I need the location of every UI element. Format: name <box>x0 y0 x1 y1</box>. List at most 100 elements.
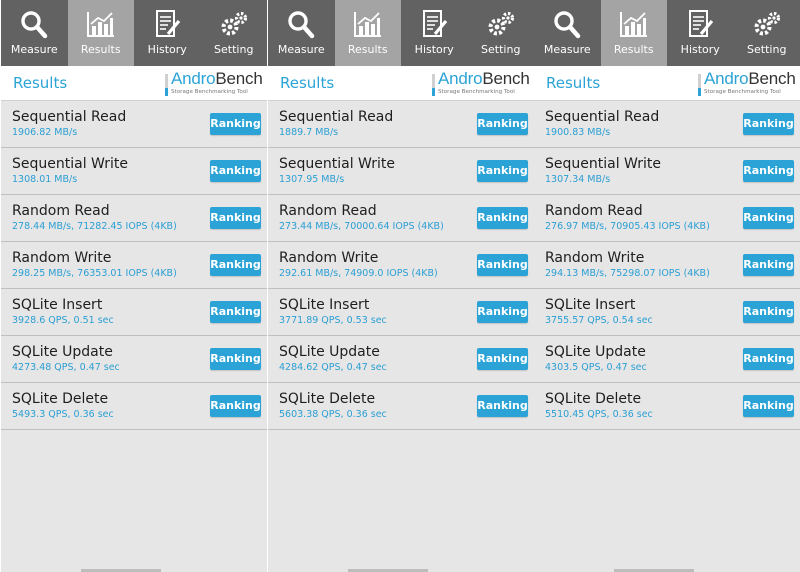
androbench-panel-2: Measure Results History Setting Results … <box>268 0 534 572</box>
results-list: Sequential Read 1889.7 MB/s Ranking Sequ… <box>268 101 534 430</box>
test-result: 294.13 MB/s, 75298.07 IOPS (4KB) <box>545 268 710 279</box>
test-name: Sequential Write <box>12 156 129 172</box>
ranking-button[interactable]: Ranking <box>210 160 261 182</box>
test-name: SQLite Insert <box>12 297 103 313</box>
ranking-button[interactable]: Ranking <box>743 207 794 229</box>
ranking-button[interactable]: Ranking <box>477 348 528 370</box>
magnifier-icon <box>21 11 48 39</box>
tab-results[interactable]: Results <box>600 0 667 66</box>
tab-results[interactable]: Results <box>334 0 401 66</box>
test-result: 4303.5 QPS, 0.47 sec <box>545 362 647 373</box>
test-result: 1889.7 MB/s <box>279 127 339 138</box>
bar-chart-icon <box>353 12 381 37</box>
tab-setting[interactable]: Setting <box>201 0 268 66</box>
tab-label: Setting <box>747 43 787 56</box>
test-result: 298.25 MB/s, 76353.01 IOPS (4KB) <box>12 268 177 279</box>
ranking-button[interactable]: Ranking <box>210 113 261 135</box>
test-result: 4284.62 QPS, 0.47 sec <box>279 362 387 373</box>
document-edit-icon <box>423 10 448 37</box>
result-row-sequential-write: Sequential Write 1307.95 MB/s Ranking <box>268 148 534 195</box>
test-name: Sequential Read <box>545 109 660 125</box>
ranking-button[interactable]: Ranking <box>477 207 528 229</box>
ranking-button[interactable]: Ranking <box>210 395 261 417</box>
test-result: 4273.48 QPS, 0.47 sec <box>12 362 120 373</box>
test-result: 1307.95 MB/s <box>279 174 345 185</box>
test-name: Sequential Write <box>279 156 396 172</box>
test-name: SQLite Delete <box>545 391 642 407</box>
ranking-button[interactable]: Ranking <box>477 395 528 417</box>
result-row-sqlite-update: SQLite Update 4273.48 QPS, 0.47 sec Rank… <box>1 336 267 383</box>
result-row-random-read: Random Read 278.44 MB/s, 71282.45 IOPS (… <box>1 195 267 242</box>
ranking-button[interactable]: Ranking <box>210 348 261 370</box>
tab-setting[interactable]: Setting <box>734 0 800 66</box>
gears-icon <box>754 11 780 36</box>
ranking-button[interactable]: Ranking <box>210 301 261 323</box>
test-result: 292.61 MB/s, 74909.0 IOPS (4KB) <box>279 268 438 279</box>
tab-setting[interactable]: Setting <box>468 0 535 66</box>
logo-text: AndroBench <box>171 69 263 88</box>
result-row-sequential-read: Sequential Read 1906.82 MB/s Ranking <box>1 101 267 148</box>
tab-label: History <box>680 43 720 56</box>
logo-tagline: Storage Benchmarking Tool <box>171 89 248 95</box>
logo-tagline: Storage Benchmarking Tool <box>704 89 781 95</box>
logo-tagline: Storage Benchmarking Tool <box>438 89 515 95</box>
logo-bar <box>165 74 168 96</box>
page-title: Results <box>280 74 335 92</box>
tab-label: History <box>414 43 454 56</box>
test-result: 1900.83 MB/s <box>545 127 611 138</box>
tab-measure[interactable]: Measure <box>1 0 68 66</box>
results-list: Sequential Read 1906.82 MB/s Ranking Seq… <box>1 101 267 430</box>
ranking-button[interactable]: Ranking <box>477 113 528 135</box>
result-row-random-read: Random Read 273.44 MB/s, 70000.64 IOPS (… <box>268 195 534 242</box>
ranking-button[interactable]: Ranking <box>743 348 794 370</box>
ranking-button[interactable]: Ranking <box>743 113 794 135</box>
test-result: 3928.6 QPS, 0.51 sec <box>12 315 114 326</box>
test-result: 1906.82 MB/s <box>12 127 78 138</box>
ranking-button[interactable]: Ranking <box>477 254 528 276</box>
page-title: Results <box>13 74 68 92</box>
test-result: 278.44 MB/s, 71282.45 IOPS (4KB) <box>12 221 177 232</box>
test-name: SQLite Delete <box>12 391 109 407</box>
test-result: 3755.57 QPS, 0.54 sec <box>545 315 653 326</box>
tab-measure[interactable]: Measure <box>534 0 601 66</box>
ranking-button[interactable]: Ranking <box>210 207 261 229</box>
magnifier-icon <box>554 11 581 39</box>
result-row-random-write: Random Write 292.61 MB/s, 74909.0 IOPS (… <box>268 242 534 289</box>
test-name: Sequential Read <box>12 109 127 125</box>
gears-icon <box>488 11 514 36</box>
test-result: 3771.89 QPS, 0.53 sec <box>279 315 387 326</box>
tab-history[interactable]: History <box>134 0 201 66</box>
ranking-button[interactable]: Ranking <box>210 254 261 276</box>
test-name: Random Read <box>545 203 643 219</box>
bar-chart-icon <box>86 12 114 37</box>
ranking-button[interactable]: Ranking <box>743 254 794 276</box>
test-name: SQLite Update <box>545 344 646 360</box>
test-name: SQLite Update <box>279 344 380 360</box>
result-row-random-read: Random Read 276.97 MB/s, 70905.43 IOPS (… <box>534 195 800 242</box>
screenshot-panels: Measure Results History Setting Results … <box>0 0 800 572</box>
ranking-button[interactable]: Ranking <box>743 301 794 323</box>
tab-history[interactable]: History <box>401 0 468 66</box>
magnifier-icon <box>288 11 315 39</box>
result-row-sqlite-delete: SQLite Delete 5603.38 QPS, 0.36 sec Rank… <box>268 383 534 430</box>
test-result: 1308.01 MB/s <box>12 174 78 185</box>
test-result: 273.44 MB/s, 70000.64 IOPS (4KB) <box>279 221 444 232</box>
tab-measure[interactable]: Measure <box>268 0 335 66</box>
ranking-button[interactable]: Ranking <box>477 160 528 182</box>
logo-bar <box>432 74 435 96</box>
ranking-button[interactable]: Ranking <box>477 301 528 323</box>
logo-text: AndroBench <box>438 69 530 88</box>
test-name: Random Write <box>12 250 112 266</box>
logo-text: AndroBench <box>704 69 796 88</box>
androbench-logo: AndroBench Storage Benchmarking Tool <box>432 69 530 99</box>
result-row-random-write: Random Write 298.25 MB/s, 76353.01 IOPS … <box>1 242 267 289</box>
results-header: Results AndroBench Storage Benchmarking … <box>268 66 534 101</box>
ranking-button[interactable]: Ranking <box>743 160 794 182</box>
androbench-panel-3: Measure Results History Setting Results … <box>534 0 800 572</box>
tab-results[interactable]: Results <box>67 0 134 66</box>
test-name: Random Read <box>12 203 110 219</box>
test-result: 276.97 MB/s, 70905.43 IOPS (4KB) <box>545 221 710 232</box>
test-result: 5493.3 QPS, 0.36 sec <box>12 409 114 420</box>
ranking-button[interactable]: Ranking <box>743 395 794 417</box>
tab-history[interactable]: History <box>667 0 734 66</box>
